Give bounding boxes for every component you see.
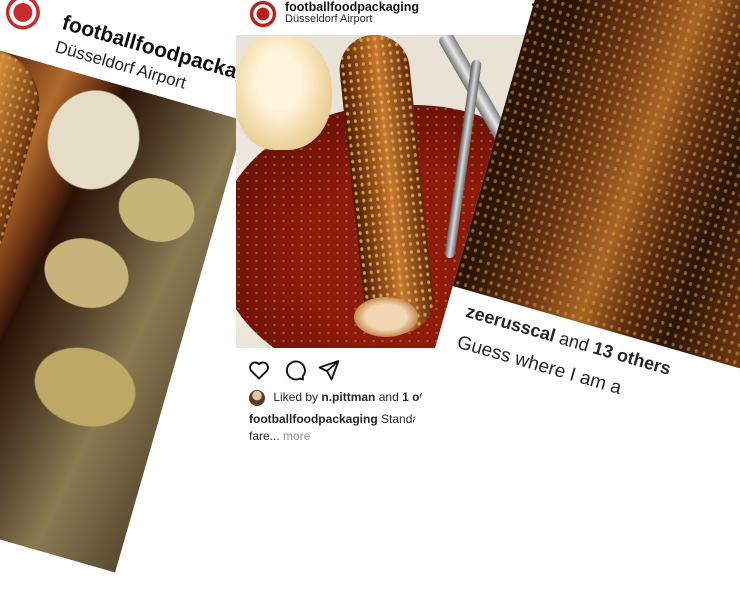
sausage-end-image bbox=[354, 297, 418, 337]
heart-icon[interactable] bbox=[247, 358, 271, 382]
liked-by-avatar[interactable] bbox=[249, 390, 265, 406]
liked-by-user-link[interactable]: n.pittman bbox=[321, 390, 375, 404]
right-liked-by-joiner: and bbox=[557, 327, 592, 356]
center-post-username[interactable]: footballfoodpackaging bbox=[285, 0, 419, 14]
caption-username-link[interactable]: footballfoodpackaging bbox=[249, 412, 378, 426]
currywurst-image bbox=[0, 38, 53, 528]
caption-more-link[interactable]: more bbox=[280, 429, 310, 443]
liked-by-prefix: Liked by bbox=[273, 390, 319, 405]
bread-roll-image bbox=[236, 35, 332, 150]
center-post-avatar[interactable] bbox=[249, 0, 277, 28]
center-post-header: footballfoodpackaging Düsseldorf Airport bbox=[236, 0, 552, 35]
liked-by-joiner: and bbox=[378, 390, 399, 405]
left-post-card: footballfoodpackaging Düsseldorf Airport bbox=[0, 0, 282, 573]
center-post-location[interactable]: Düsseldorf Airport bbox=[285, 13, 372, 25]
comment-icon[interactable] bbox=[282, 358, 306, 382]
share-icon[interactable] bbox=[317, 358, 341, 382]
left-post-photo[interactable] bbox=[0, 38, 245, 573]
liked-by-row: Liked by n.pittman and 1 other bbox=[249, 390, 442, 408]
left-post-avatar[interactable] bbox=[1, 0, 44, 34]
